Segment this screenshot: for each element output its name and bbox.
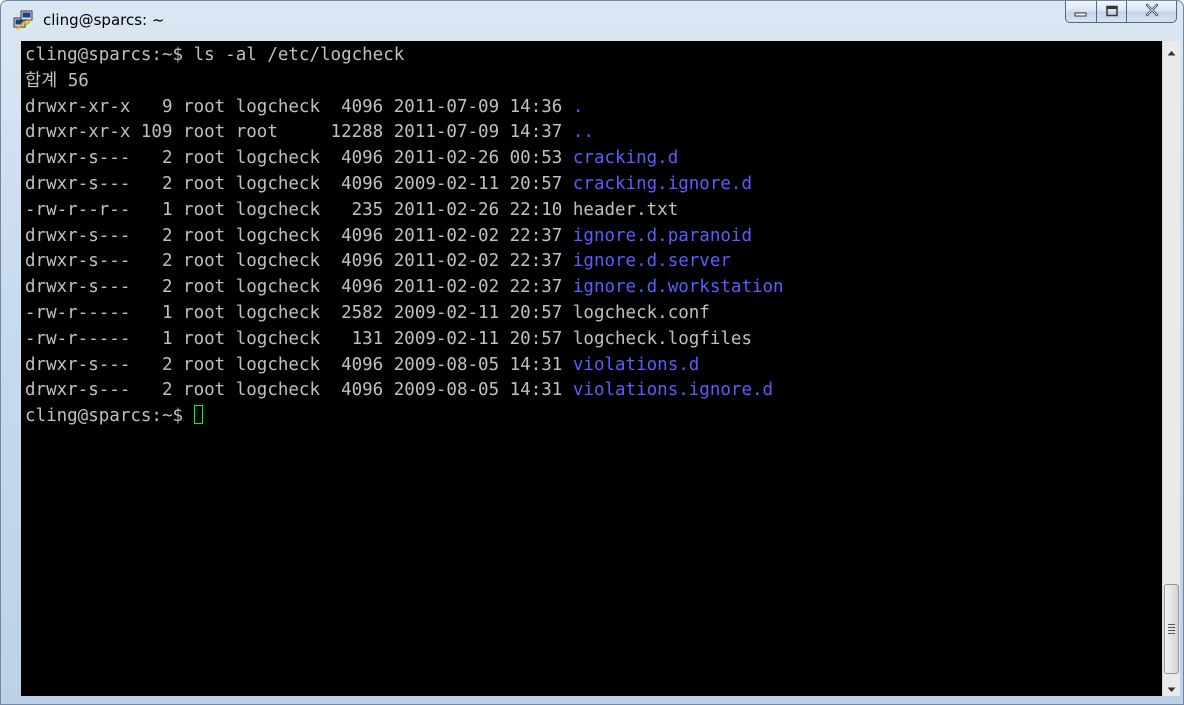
- terminal-line: drwxr-s--- 2 root logcheck 4096 2011-02-…: [25, 275, 784, 301]
- line-text: drwxr-s--- 2 root logcheck 4096 2011-02-…: [25, 277, 573, 298]
- grip-icon: [1168, 624, 1175, 634]
- line-text: -rw-r--r-- 1 root logcheck 235 2011-02-2…: [25, 199, 573, 220]
- terminal-lines: cling@sparcs:~$ ls -al /etc/logcheck 합계 5…: [25, 43, 784, 430]
- close-button[interactable]: [1127, 1, 1177, 23]
- terminal-line: drwxr-s--- 2 root logcheck 4096 2009-02-…: [25, 172, 784, 198]
- directory-name: cracking.ignore.d: [572, 173, 752, 194]
- arrow-down-icon: [1167, 678, 1176, 697]
- line-text: drwxr-s--- 2 root logcheck 4096 2009-08-…: [25, 380, 573, 401]
- terminal-line: drwxr-s--- 2 root logcheck 4096 2011-02-…: [25, 249, 784, 275]
- directory-name: .: [572, 96, 584, 117]
- directory-name: ignore.d.paranoid: [572, 225, 752, 246]
- terminal-line: drwxr-xr-x 109 root root 12288 2011-07-0…: [25, 120, 784, 146]
- directory-name: violations.ignore.d: [572, 380, 774, 401]
- terminal-line: drwxr-s--- 2 root logcheck 4096 2011-02-…: [25, 224, 784, 250]
- line-text: drwxr-s--- 2 root logcheck 4096 2011-02-…: [25, 251, 573, 272]
- terminal-window: cling@sparcs: ~ cling@sparcs:~$ ls -al /…: [0, 0, 1184, 705]
- directory-name: cracking.d: [572, 148, 679, 169]
- line-text: drwxr-xr-x 109 root root 12288 2011-07-0…: [25, 122, 573, 143]
- directory-name: ignore.d.server: [572, 251, 731, 272]
- file-name: logcheck.conf: [572, 302, 710, 323]
- text-cursor: [193, 405, 203, 425]
- line-text: drwxr-s--- 2 root logcheck 4096 2011-02-…: [25, 225, 573, 246]
- window-title: cling@sparcs: ~: [43, 11, 165, 29]
- terminal-line: cling@sparcs:~$ ls -al /etc/logcheck: [25, 43, 784, 69]
- line-text: 합계 56: [25, 70, 89, 91]
- scroll-thumb[interactable]: [1164, 584, 1179, 674]
- putty-icon[interactable]: [13, 9, 35, 31]
- arrow-up-icon: [1167, 41, 1176, 60]
- scroll-up-button[interactable]: [1163, 41, 1180, 59]
- line-text: drwxr-s--- 2 root logcheck 4096 2009-08-…: [25, 354, 573, 375]
- title-bar[interactable]: cling@sparcs: ~: [1, 1, 1183, 41]
- terminal-line: -rw-r----- 1 root logcheck 131 2009-02-1…: [25, 327, 784, 353]
- directory-name: ignore.d.workstation: [572, 277, 784, 298]
- line-text: drwxr-xr-x 9 root logcheck 4096 2011-07-…: [25, 96, 573, 117]
- line-text: drwxr-s--- 2 root logcheck 4096 2009-02-…: [25, 173, 573, 194]
- directory-name: ..: [572, 122, 594, 143]
- maximize-button[interactable]: [1097, 1, 1127, 23]
- terminal-line: drwxr-s--- 2 root logcheck 4096 2011-02-…: [25, 146, 784, 172]
- line-text: -rw-r----- 1 root logcheck 131 2009-02-1…: [25, 328, 573, 349]
- shell-prompt: cling@sparcs:~$: [25, 406, 194, 427]
- directory-name: violations.d: [572, 354, 700, 375]
- minimize-button[interactable]: [1065, 1, 1097, 23]
- prompt-line[interactable]: cling@sparcs:~$: [25, 404, 784, 430]
- close-icon: [1144, 2, 1160, 21]
- file-name: header.txt: [572, 199, 679, 220]
- line-text: cling@sparcs:~$ ls -al /etc/logcheck: [25, 45, 405, 65]
- terminal-line: drwxr-s--- 2 root logcheck 4096 2009-08-…: [25, 353, 784, 379]
- scroll-down-button[interactable]: [1163, 678, 1180, 696]
- maximize-icon: [1105, 2, 1119, 21]
- line-text: -rw-r----- 1 root logcheck 2582 2009-02-…: [25, 302, 573, 323]
- terminal-output[interactable]: cling@sparcs:~$ ls -al /etc/logcheck 합계 5…: [21, 41, 1162, 696]
- terminal-line: 합계 56: [25, 69, 784, 95]
- terminal-line: drwxr-xr-x 9 root logcheck 4096 2011-07-…: [25, 95, 784, 121]
- vertical-scrollbar[interactable]: [1162, 41, 1180, 696]
- terminal-line: -rw-r----- 1 root logcheck 2582 2009-02-…: [25, 301, 784, 327]
- terminal-line: drwxr-s--- 2 root logcheck 4096 2009-08-…: [25, 378, 784, 404]
- line-text: drwxr-s--- 2 root logcheck 4096 2011-02-…: [25, 148, 573, 169]
- file-name: logcheck.logfiles: [572, 328, 752, 349]
- caption-buttons: [1065, 1, 1177, 25]
- terminal-line: -rw-r--r-- 1 root logcheck 235 2011-02-2…: [25, 198, 784, 224]
- minimize-icon: [1074, 2, 1088, 21]
